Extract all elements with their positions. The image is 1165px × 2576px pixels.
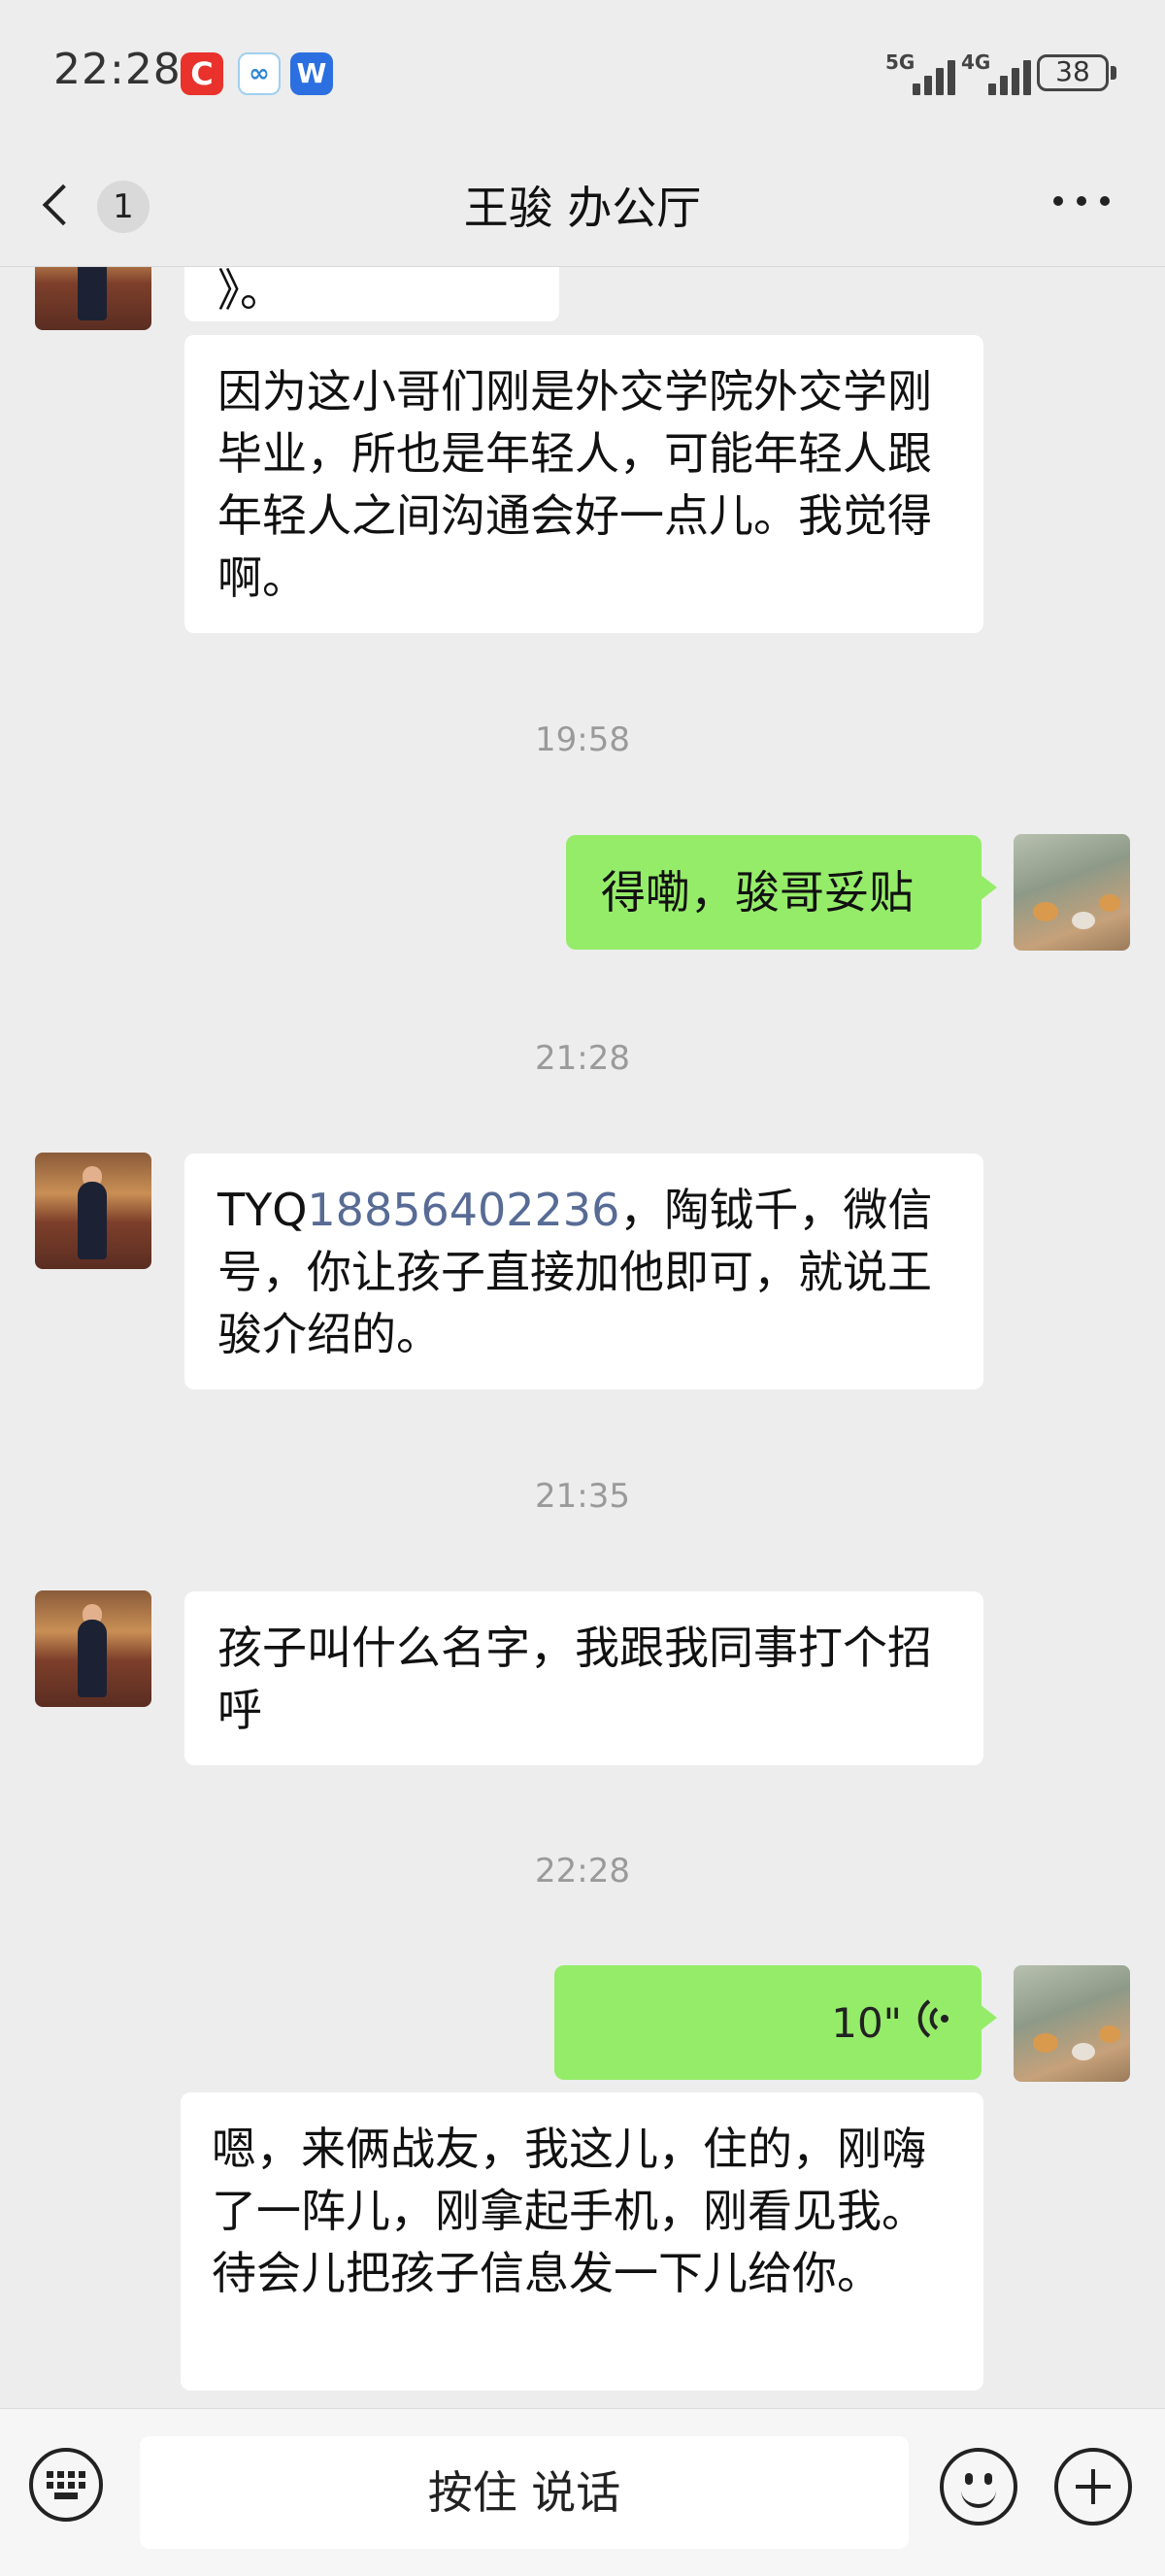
phone-number-link[interactable]: 18856402236 [307,1184,619,1236]
wps-app-icon: W [290,52,333,95]
message-bubble-incoming[interactable]: TYQ18856402236，陶钺千，微信号，你让孩子直接加他即可，就说王骏介绍… [184,1154,983,1389]
voice-duration: 10" [831,1999,902,2047]
contact-avatar[interactable] [35,1590,151,1707]
my-avatar[interactable] [1014,834,1130,951]
message-text: 得嘞，骏哥妥贴 [601,866,914,919]
message-bubble-incoming[interactable]: 》。 [184,267,559,321]
voice-transcription-bubble[interactable]: 嗯，来俩战友，我这儿，住的，刚嗨了一阵儿，刚拿起手机，刚看见我。待会儿把孩子信息… [181,2092,983,2391]
message-text-prefix: TYQ [217,1184,308,1236]
transcription-text: 嗯，来俩战友，我这儿，住的，刚嗨了一阵儿，刚拿起手机，刚看见我。待会儿把孩子信息… [212,2123,926,2299]
input-bar: 按住 说话 [0,2408,1165,2576]
chat-title: 王骏 办公厅 [463,182,702,234]
voice-message-bubble[interactable]: 10" [554,1965,997,2080]
app-notification-icon: C [181,52,223,95]
chat-header: 1 王骏 办公厅 [0,146,1165,267]
hold-to-talk-button[interactable]: 按住 说话 [140,2436,909,2549]
message-timestamp: 21:28 [535,1039,630,1078]
message-timestamp: 22:28 [535,1852,630,1890]
status-time: 22:28 [53,45,182,94]
battery-level: 38 [1055,55,1090,87]
message-timestamp: 21:35 [535,1477,630,1516]
message-bubble-outgoing[interactable]: 得嘞，骏哥妥贴 [566,835,997,950]
contact-avatar[interactable] [35,1153,151,1269]
keyboard-icon [47,2471,85,2500]
message-timestamp: 19:58 [535,720,630,759]
message-text: 》。 [217,267,284,317]
message-text: 因为这小哥们刚是外交学院外交学刚毕业，所也是年轻人，可能年轻人跟年轻人之间沟通会… [217,365,932,604]
message-bubble-incoming[interactable]: 孩子叫什么名字，我跟我同事打个招呼 [184,1591,983,1765]
battery-icon: 38 [1037,54,1109,91]
more-functions-plus-button[interactable] [1054,2448,1132,2526]
emoji-icon [965,2473,973,2485]
my-avatar[interactable] [1014,1965,1130,2082]
voice-wave-icon [917,1999,949,2038]
more-options-button[interactable] [1053,192,1112,212]
battery-tip [1111,66,1116,80]
status-bar: 22:28 C ∞ W 5G 4G 38 [0,0,1165,146]
keyboard-toggle-button[interactable] [29,2448,103,2522]
message-list[interactable]: 》。 因为这小哥们刚是外交学院外交学刚毕业，所也是年轻人，可能年轻人跟年轻人之间… [0,267,1165,2408]
message-text: 孩子叫什么名字，我跟我同事打个招呼 [217,1622,932,1736]
link-app-icon: ∞ [238,52,281,95]
contact-avatar[interactable] [35,267,151,330]
message-bubble-incoming[interactable]: 因为这小哥们刚是外交学院外交学刚毕业，所也是年轻人，可能年轻人跟年轻人之间沟通会… [184,335,983,633]
emoji-button[interactable] [940,2448,1017,2526]
